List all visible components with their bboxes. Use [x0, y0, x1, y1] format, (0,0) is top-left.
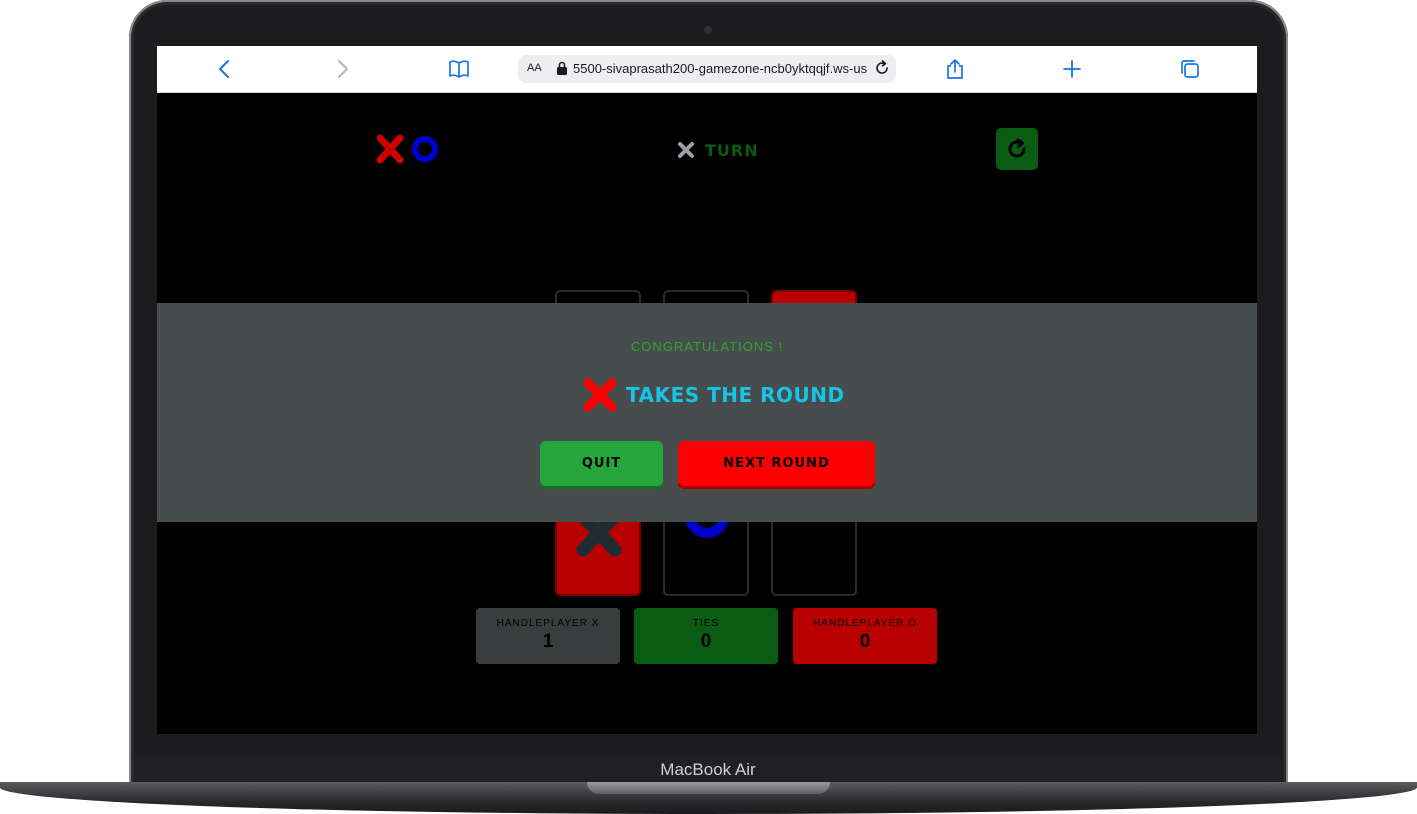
- score-player-o: HANDLEPLAYER O 0: [793, 608, 937, 664]
- tabs-overview-icon[interactable]: [1179, 58, 1201, 80]
- quit-button[interactable]: QUIT: [540, 441, 663, 486]
- reload-icon[interactable]: [873, 59, 891, 77]
- forward-icon[interactable]: [331, 58, 353, 80]
- score-player-x: HANDLEPLAYER X 1: [476, 608, 620, 664]
- turn-label: TURN: [705, 140, 759, 160]
- camera-icon: [704, 26, 712, 34]
- browser-toolbar: AA 5500-sivaprasath200-gamezone-ncb0yktq…: [157, 46, 1257, 93]
- congrats-text: CONGRATULATIONS !: [630, 339, 784, 354]
- score-label: HANDLEPLAYER X: [496, 618, 600, 629]
- score-value: 0: [700, 631, 712, 652]
- round-message: TAKES THE ROUND: [582, 375, 845, 415]
- bookmarks-icon[interactable]: [448, 58, 470, 80]
- restart-icon: [1008, 138, 1026, 158]
- score-ties: TIES 0: [634, 608, 778, 664]
- score-value: 0: [859, 631, 871, 652]
- round-message-text: TAKES THE ROUND: [626, 383, 845, 407]
- share-icon[interactable]: [944, 58, 966, 80]
- x-turn-icon: [678, 142, 694, 158]
- url-text: 5500-sivaprasath200-gamezone-ncb0yktqqjf…: [573, 61, 868, 76]
- round-result-modal: CONGRATULATIONS ! TAKES THE ROUND QUIT N…: [157, 303, 1257, 522]
- xo-logo: [375, 134, 439, 164]
- score-value: 1: [542, 631, 554, 652]
- laptop-notch: [587, 782, 830, 794]
- new-tab-icon[interactable]: [1061, 58, 1083, 80]
- winner-x-icon: [583, 378, 617, 412]
- score-label: HANDLEPLAYER O: [813, 618, 917, 629]
- next-round-button[interactable]: NEXT ROUND: [678, 441, 875, 486]
- device-label: MacBook Air: [660, 760, 756, 779]
- lock-icon: [556, 61, 568, 75]
- text-size-button[interactable]: AA: [527, 62, 542, 74]
- game-page: TURN HANDLEPLAYER X 1 TIES 0 HANDLEPLAYE…: [157, 92, 1257, 734]
- turn-indicator: TURN: [677, 138, 759, 162]
- back-icon[interactable]: [214, 58, 236, 80]
- restart-button[interactable]: [996, 128, 1038, 170]
- score-label: TIES: [692, 618, 720, 629]
- screen: AA 5500-sivaprasath200-gamezone-ncb0yktq…: [157, 46, 1257, 734]
- address-bar[interactable]: AA 5500-sivaprasath200-gamezone-ncb0yktq…: [518, 55, 896, 83]
